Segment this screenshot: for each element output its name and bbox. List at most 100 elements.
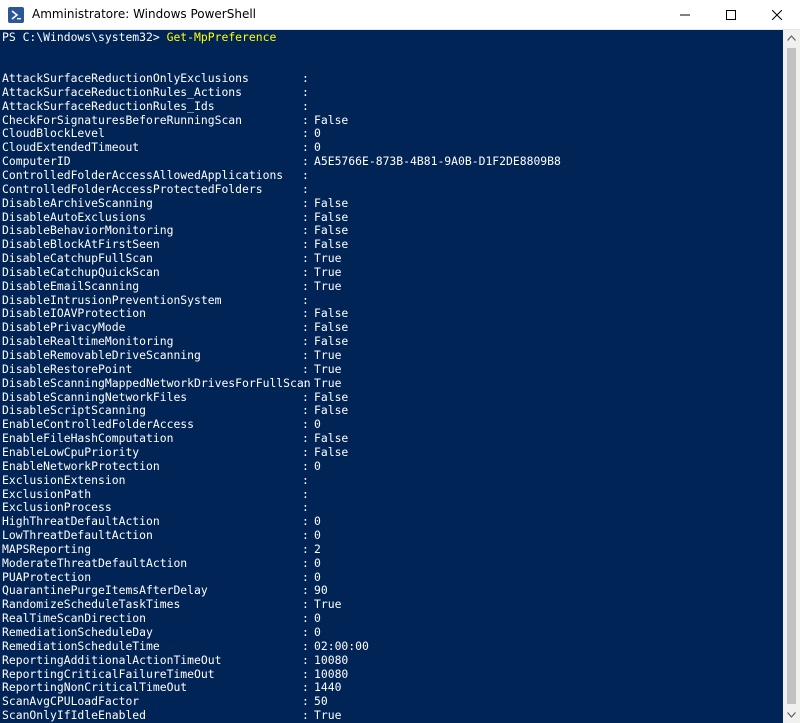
output-row: ControlledFolderAccessAllowedApplication… <box>2 167 782 182</box>
property-name: EnableLowCpuPriority <box>2 444 140 459</box>
property-value: False <box>314 209 349 224</box>
property-value: 1440 <box>314 680 342 695</box>
property-value: 0 <box>314 625 321 639</box>
separator: : <box>302 264 309 279</box>
output-row: CloudBlockLevel:0 <box>2 127 782 140</box>
separator: : <box>302 486 309 501</box>
property-value: 0 <box>314 555 321 570</box>
property-value: 0 <box>314 528 321 543</box>
property-name: CheckForSignaturesBeforeRunningScan <box>2 112 243 127</box>
property-value: 50 <box>314 694 328 709</box>
property-name: ComputerID <box>2 154 71 169</box>
command-text: Get-MpPreference <box>166 30 277 44</box>
separator: : <box>302 458 309 473</box>
output-row: AttackSurfaceReductionRules_Ids: <box>2 99 782 113</box>
property-name: RandomizeScheduleTaskTimes <box>2 597 181 612</box>
separator: : <box>302 514 309 529</box>
separator: : <box>302 500 309 515</box>
output-row: AttackSurfaceReductionRules_Actions: <box>2 85 782 99</box>
property-name: ExclusionPath <box>2 486 92 501</box>
property-value: False <box>314 237 349 252</box>
property-name: LowThreatDefaultAction <box>2 528 153 543</box>
separator: : <box>302 181 309 196</box>
property-name: CloudBlockLevel <box>2 126 105 141</box>
output-row: DisableArchiveScanning: False <box>2 195 782 210</box>
output-row: ScanOnlyIfIdleEnabled: True <box>2 709 782 722</box>
property-name: RemediationScheduleDay <box>2 625 153 639</box>
scrollbar-thumb[interactable] <box>787 48 796 704</box>
minimize-button[interactable] <box>662 0 708 30</box>
maximize-button[interactable] <box>708 0 754 30</box>
separator: : <box>302 597 309 612</box>
separator: : <box>302 444 309 459</box>
output-row: PUAProtection:0 <box>2 570 782 584</box>
property-value: 90 <box>314 583 328 598</box>
output-row: DisableScriptScanning: False <box>2 404 782 417</box>
property-value: False <box>314 431 349 446</box>
separator: : <box>302 625 309 639</box>
console-output[interactable]: PS C:\Windows\system32> Get-MpPreference… <box>0 30 783 723</box>
separator: : <box>302 140 309 155</box>
property-value: 0 <box>314 611 321 626</box>
output-row: RandomizeScheduleTaskTimes: True <box>2 598 782 611</box>
output-row: RemediationScheduleTime:02:00:00 <box>2 638 782 653</box>
property-name: DisableRealtimeMonitoring <box>2 334 174 349</box>
output-row: ScanAvgCPULoadFactor:50 <box>2 695 782 708</box>
output-row: EnableControlledFolderAccess:0 <box>2 418 782 431</box>
output-row: DisableBlockAtFirstSeen: False <box>2 238 782 251</box>
property-name: EnableFileHashComputation <box>2 431 174 446</box>
output-row: LowThreatDefaultAction:0 <box>2 529 782 542</box>
property-name: DisableScriptScanning <box>2 403 147 418</box>
property-name: ExclusionProcess <box>2 500 112 515</box>
output-row: RealTimeScanDirection:0 <box>2 612 782 625</box>
separator: : <box>302 583 309 598</box>
separator: : <box>302 167 309 182</box>
property-value: False <box>314 403 349 418</box>
property-name: MAPSReporting <box>2 541 92 556</box>
separator: : <box>302 555 309 570</box>
output-row: DisablePrivacyMode: False <box>2 321 782 334</box>
property-name: DisableIntrusionPreventionSystem <box>2 292 222 307</box>
close-button[interactable] <box>754 0 800 30</box>
property-value: True <box>314 375 342 390</box>
output-row: AttackSurfaceReductionOnlyExclusions: <box>2 72 782 85</box>
output-row: MAPSReporting:2 <box>2 541 782 556</box>
powershell-icon <box>8 7 24 23</box>
scroll-up-button[interactable] <box>783 30 800 47</box>
output-row: CheckForSignaturesBeforeRunningScan: Fals… <box>2 112 782 127</box>
property-name: ModerateThreatDefaultAction <box>2 555 188 570</box>
property-name: EnableNetworkProtection <box>2 458 160 473</box>
window-title: Amministratore: Windows PowerShell <box>32 7 256 21</box>
property-value: True <box>314 348 342 362</box>
separator: : <box>302 71 309 85</box>
property-value: False <box>314 320 349 335</box>
output-row: DisableBehaviorMonitoring: False <box>2 224 782 237</box>
property-name: DisableArchiveScanning <box>2 195 153 210</box>
property-value: True <box>314 361 342 376</box>
output-row: QuarantinePurgeItemsAfterDelay:90 <box>2 584 782 597</box>
output-row: ReportingNonCriticalTimeOut:1440 <box>2 681 782 694</box>
scroll-down-button[interactable] <box>783 706 800 723</box>
prompt: PS C:\Windows\system32> <box>2 30 167 44</box>
title-bar[interactable]: Amministratore: Windows PowerShell <box>0 0 800 30</box>
output-row: DisableAutoExclusions: False <box>2 209 782 224</box>
separator: : <box>302 334 309 349</box>
property-name: DisableIOAVProtection <box>2 306 147 321</box>
property-value: A5E5766E-873B-4B81-9A0B-D1F2DE8809B8 <box>314 154 561 169</box>
property-value: 0 <box>314 140 321 155</box>
output-row: ComputerID: A5E5766E-873B-4B81-9A0B-D1F2D… <box>2 155 782 168</box>
separator: : <box>302 403 309 418</box>
separator: : <box>302 708 309 723</box>
property-name: DisableAutoExclusions <box>2 209 147 224</box>
separator: : <box>302 431 309 446</box>
separator: : <box>302 251 309 266</box>
chevron-down-icon <box>787 712 796 718</box>
property-name: HighThreatDefaultAction <box>2 514 160 529</box>
property-value: 02:00:00 <box>314 638 369 653</box>
property-value: False <box>314 195 349 210</box>
vertical-scrollbar[interactable] <box>783 30 800 723</box>
output-row: EnableFileHashComputation: False <box>2 432 782 445</box>
output-row: DisableIOAVProtection: False <box>2 307 782 320</box>
separator: : <box>302 348 309 362</box>
property-name: ScanOnlyIfIdleEnabled <box>2 708 147 723</box>
